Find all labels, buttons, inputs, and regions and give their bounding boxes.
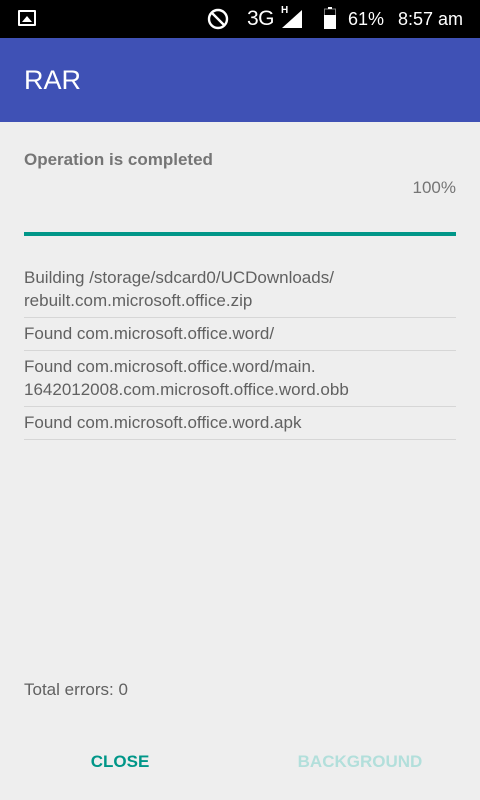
progress-percent: 100% <box>412 178 456 197</box>
progress-bar <box>24 232 456 236</box>
background-button[interactable]: BACKGROUND <box>288 744 432 780</box>
operation-status: Operation is completed <box>24 150 213 169</box>
log-line: Found com.microsoft.office.word.apk <box>24 413 302 432</box>
progress-bar-fill <box>24 232 456 236</box>
app-bar: RAR <box>0 38 480 122</box>
status-bar: 3G H 61% 8:57 am <box>0 0 480 38</box>
log-line: Found com.microsoft.office.word/main. <box>24 357 316 376</box>
network-type: 3G <box>247 7 275 30</box>
log-line: Found com.microsoft.office.word/ <box>24 324 275 343</box>
battery-icon <box>324 7 336 29</box>
log-line: Building /storage/sdcard0/UCDownloads/ <box>24 268 334 287</box>
battery-percent: 61% <box>348 9 385 29</box>
total-errors: Total errors: 0 <box>24 680 128 699</box>
app-title: RAR <box>24 65 82 95</box>
log-list: Building /storage/sdcard0/UCDownloads/re… <box>24 262 456 440</box>
log-item: Found com.microsoft.office.word/ <box>24 318 456 351</box>
log-line: rebuilt.com.microsoft.office.zip <box>24 291 253 310</box>
log-line: 1642012008.com.microsoft.office.word.obb <box>24 380 349 399</box>
do-not-disturb-icon <box>207 8 229 30</box>
image-icon <box>18 10 36 26</box>
clock: 8:57 am <box>398 9 464 29</box>
close-button[interactable]: CLOSE <box>72 744 168 780</box>
log-item: Building /storage/sdcard0/UCDownloads/re… <box>24 262 456 318</box>
signal-icon <box>282 10 302 28</box>
log-item: Found com.microsoft.office.word.apk <box>24 407 456 440</box>
log-item: Found com.microsoft.office.word/main. 164… <box>24 351 456 407</box>
